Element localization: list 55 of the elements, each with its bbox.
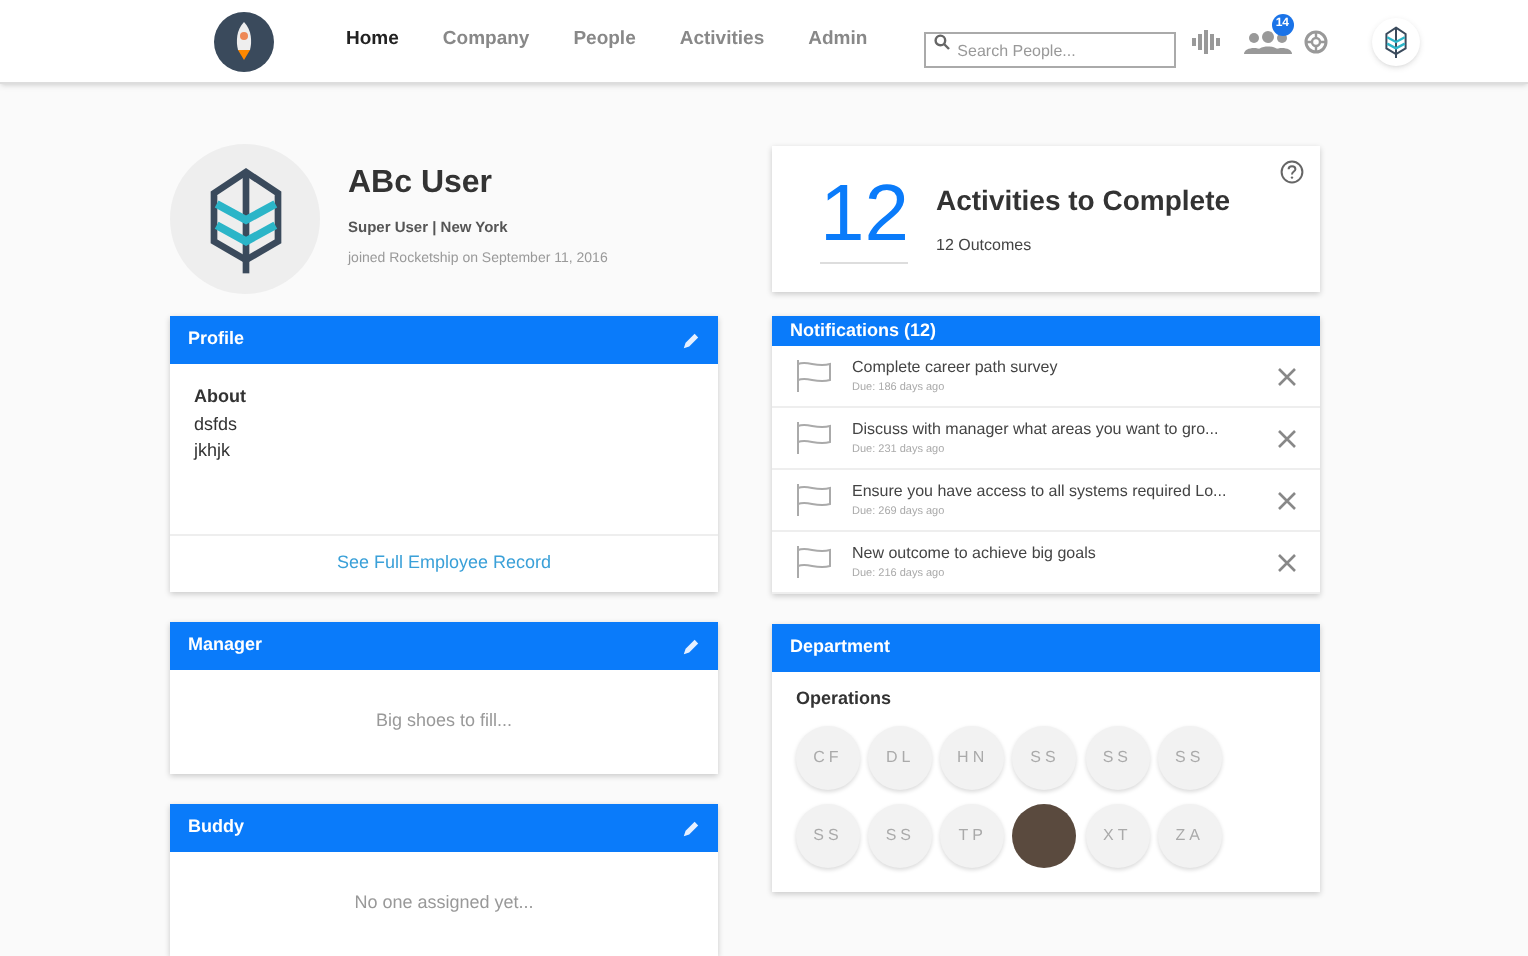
flag-icon: [796, 360, 832, 392]
user-avatar[interactable]: [1371, 17, 1420, 65]
member-avatar[interactable]: CF: [796, 725, 860, 789]
notification-text: Complete career path survey: [852, 355, 1060, 380]
nav-link[interactable]: People: [573, 26, 636, 56]
nav-link[interactable]: Admin: [808, 26, 868, 56]
nav-link[interactable]: Activities: [679, 26, 765, 56]
close-icon[interactable]: [1278, 429, 1296, 447]
edit-pencil-icon[interactable]: [682, 331, 700, 349]
about-text: jkhjk: [194, 438, 233, 464]
employee-record-link[interactable]: See Full Employee Record: [336, 550, 552, 578]
notification-text: Discuss with manager what areas you want to gro...: [852, 417, 1221, 442]
close-icon[interactable]: [1278, 553, 1296, 571]
card-title: Buddy: [188, 814, 244, 841]
member-avatar[interactable]: SS: [1157, 725, 1222, 789]
photo-placeholder[interactable]: [1012, 803, 1077, 867]
about-text: dsfds: [194, 411, 240, 437]
search-field[interactable]: Search People...: [923, 32, 1176, 68]
sound-wave-icon[interactable]: [1191, 29, 1220, 53]
about-label: About: [194, 384, 248, 410]
card-title: Notifications (12): [790, 317, 937, 344]
nav-link[interactable]: Company: [442, 26, 530, 56]
lifebuoy-icon[interactable]: [1303, 29, 1328, 53]
department-name: Operations: [796, 686, 894, 712]
card-title: Manager: [188, 632, 263, 659]
close-icon[interactable]: [1278, 367, 1296, 385]
card-title: Profile: [188, 326, 245, 353]
nav-link[interactable]: Home: [346, 26, 399, 56]
member-avatar[interactable]: SS: [796, 803, 860, 867]
member-avatar[interactable]: ZA: [1157, 803, 1222, 867]
flag-icon: [796, 484, 832, 516]
close-icon[interactable]: [1278, 491, 1296, 509]
flag-icon: [796, 422, 832, 454]
member-avatar[interactable]: TP: [940, 803, 1005, 867]
empty-message: No one assigned yet...: [354, 890, 534, 917]
outcomes-count: 12 Outcomes: [936, 234, 1034, 258]
empty-message: Big shoes to fill...: [375, 708, 513, 735]
search-icon: [933, 33, 950, 49]
activities-title: Activities to Complete: [936, 182, 1231, 220]
flag-icon: [796, 546, 832, 578]
activity-count: 12: [820, 174, 908, 264]
member-avatar[interactable]: SS: [1012, 725, 1077, 789]
edit-pencil-icon[interactable]: [682, 819, 700, 837]
member-avatar[interactable]: DL: [868, 725, 933, 789]
member-avatar[interactable]: HN: [940, 725, 1005, 789]
member-avatar[interactable]: SS: [868, 803, 933, 867]
user-name: ABc User: [348, 164, 495, 204]
rocket-logo-icon[interactable]: [214, 11, 274, 71]
notification-text: New outcome to achieve big goals: [852, 541, 1098, 566]
member-avatar[interactable]: SS: [1085, 725, 1150, 789]
notification-text: Ensure you have access to all systems required Lo...: [852, 479, 1229, 504]
member-avatar[interactable]: XT: [1085, 803, 1150, 867]
card-title: Department: [790, 634, 891, 661]
help-icon[interactable]: [1280, 160, 1304, 184]
edit-pencil-icon[interactable]: [682, 637, 700, 655]
